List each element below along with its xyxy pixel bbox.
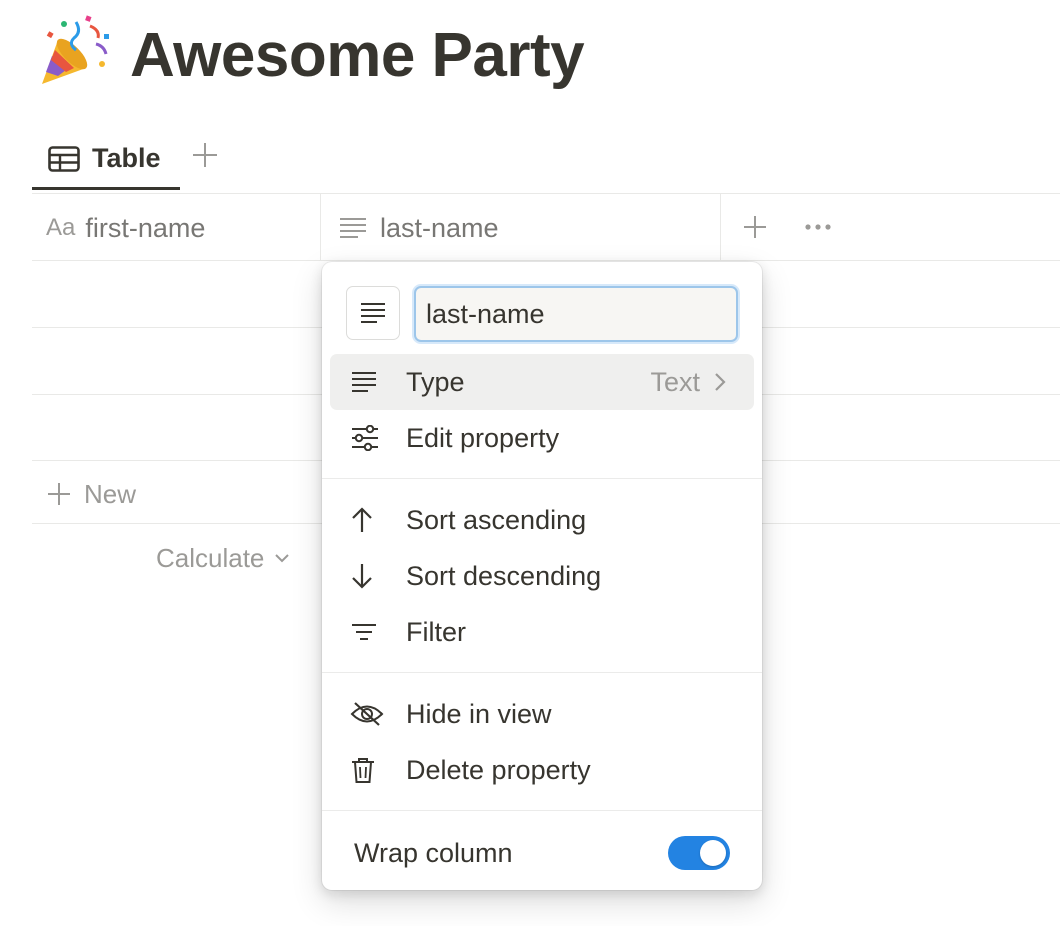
eye-off-icon [350,702,384,726]
menu-item-label: Filter [406,616,466,647]
menu-item-sort-descending[interactable]: Sort descending [330,548,754,604]
menu-item-label: Edit property [406,422,560,453]
property-icon-button[interactable] [346,286,400,340]
view-tabs: Table [32,130,1060,194]
trash-icon [352,758,374,783]
new-row-button[interactable]: New [46,474,136,514]
menu-item-edit-property[interactable]: Edit property [330,410,754,466]
property-name-input[interactable] [414,286,738,342]
type-value: Text [650,366,700,397]
calculate-button[interactable]: Calculate [156,538,290,578]
add-view-plus-icon[interactable] [190,140,220,170]
tab-table[interactable]: Table [32,130,180,190]
column-divider [720,194,721,260]
column-header-first-name[interactable]: Aa first-name [46,196,320,260]
wrap-column-toggle[interactable] [668,836,730,870]
column-header-label: first-name [85,212,206,243]
text-lines-icon [352,372,376,392]
chevron-right-icon [715,373,726,391]
text-lines-icon [340,218,366,238]
chevron-down-icon [275,554,290,563]
menu-item-filter[interactable]: Filter [330,604,754,660]
menu-item-label: Sort ascending [406,504,587,535]
party-popper-emoji[interactable] [36,14,112,90]
filter-icon [352,624,376,640]
menu-divider [322,672,762,673]
menu-item-label: Delete property [406,754,591,785]
menu-item-type[interactable]: Type Text [330,354,754,410]
menu-item-sort-ascending[interactable]: Sort ascending [330,492,754,548]
plus-icon [48,483,70,505]
arrow-up-icon [352,507,372,532]
menu-item-delete-property[interactable]: Delete property [330,742,754,798]
tab-table-label: Table [92,143,161,173]
menu-item-label: Sort descending [406,560,602,591]
menu-item-label: Type [406,366,465,397]
calculate-label: Calculate [156,542,265,573]
wrap-column-row: Wrap column [354,828,730,878]
menu-item-hide-in-view[interactable]: Hide in view [330,686,754,742]
column-divider [320,194,321,260]
arrow-down-icon [352,564,372,589]
sliders-icon [352,425,378,451]
menu-item-label: Hide in view [406,698,552,729]
text-lines-icon [361,303,385,323]
toggle-knob [700,840,726,866]
wrap-column-label: Wrap column [354,837,513,868]
page-title[interactable]: Awesome Party [130,14,585,98]
new-row-label: New [84,478,137,509]
column-header-last-name[interactable]: last-name [338,196,720,260]
title-property-icon: Aa [46,214,76,241]
add-property-plus-icon[interactable] [742,214,768,240]
more-options-icon[interactable] [804,214,832,240]
property-menu: Type Text Edit property [322,262,762,890]
table-top-border [32,193,1060,194]
menu-divider [322,810,762,811]
column-header-label: last-name [380,212,499,243]
menu-divider [322,478,762,479]
table-icon [48,145,80,172]
